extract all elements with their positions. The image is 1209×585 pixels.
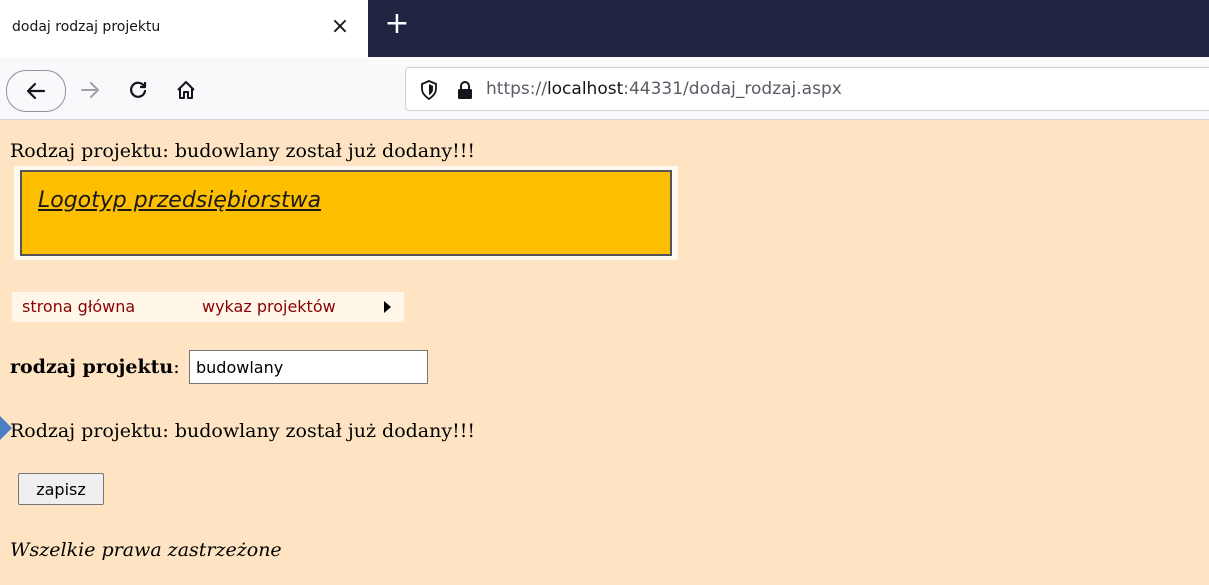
logo-link[interactable]: Logotyp przedsiębiorstwa xyxy=(38,188,321,213)
save-button[interactable]: zapisz xyxy=(18,473,104,505)
tab-strip: dodaj rodzaj projektu × + xyxy=(0,0,1209,57)
tab-title: dodaj rodzaj projektu xyxy=(12,19,161,35)
forward-button[interactable] xyxy=(72,71,108,109)
label-colon: : xyxy=(173,356,180,378)
new-tab-icon[interactable]: + xyxy=(381,7,413,43)
project-type-input[interactable] xyxy=(189,350,428,384)
forward-arrow-icon xyxy=(81,82,99,98)
reload-button[interactable] xyxy=(120,71,156,109)
site-menu: strona główna wykaz projektów xyxy=(12,292,404,322)
url-prefix: https:// xyxy=(486,79,547,99)
page-content: Rodzaj projektu: budowlany został już do… xyxy=(0,120,1209,585)
menu-item-projects[interactable]: wykaz projektów xyxy=(202,297,336,316)
project-type-label-text: rodzaj projektu xyxy=(10,356,174,378)
logo-banner: Logotyp przedsiębiorstwa xyxy=(20,170,672,256)
top-status-message: Rodzaj projektu: budowlany został już do… xyxy=(10,140,476,162)
home-button[interactable] xyxy=(168,71,204,109)
back-arrow-icon xyxy=(26,82,46,100)
logo-frame: Logotyp przedsiębiorstwa xyxy=(14,166,678,260)
tab-close-icon[interactable]: × xyxy=(328,13,352,41)
address-bar[interactable]: https://localhost:44331/dodaj_rodzaj.asp… xyxy=(405,67,1209,111)
url-text[interactable]: https://localhost:44331/dodaj_rodzaj.asp… xyxy=(486,79,842,99)
submenu-arrow-icon[interactable] xyxy=(384,301,391,313)
shield-icon[interactable] xyxy=(420,79,438,101)
back-button[interactable] xyxy=(6,70,66,112)
footer-text: Wszelkie prawa zastrzeżone xyxy=(10,539,282,561)
url-path: :44331/dodaj_rodzaj.aspx xyxy=(623,79,842,99)
reload-icon xyxy=(130,81,147,98)
url-host: localhost xyxy=(546,79,624,99)
menu-item-home[interactable]: strona główna xyxy=(22,297,135,316)
project-type-label: rodzaj projektu: xyxy=(10,356,180,378)
lock-icon[interactable] xyxy=(456,79,474,101)
status-message: Rodzaj projektu: budowlany został już do… xyxy=(10,420,476,442)
home-icon xyxy=(177,81,195,99)
tab-active[interactable]: dodaj rodzaj projektu × xyxy=(0,0,368,57)
navigation-toolbar: https://localhost:44331/dodaj_rodzaj.asp… xyxy=(0,57,1209,120)
